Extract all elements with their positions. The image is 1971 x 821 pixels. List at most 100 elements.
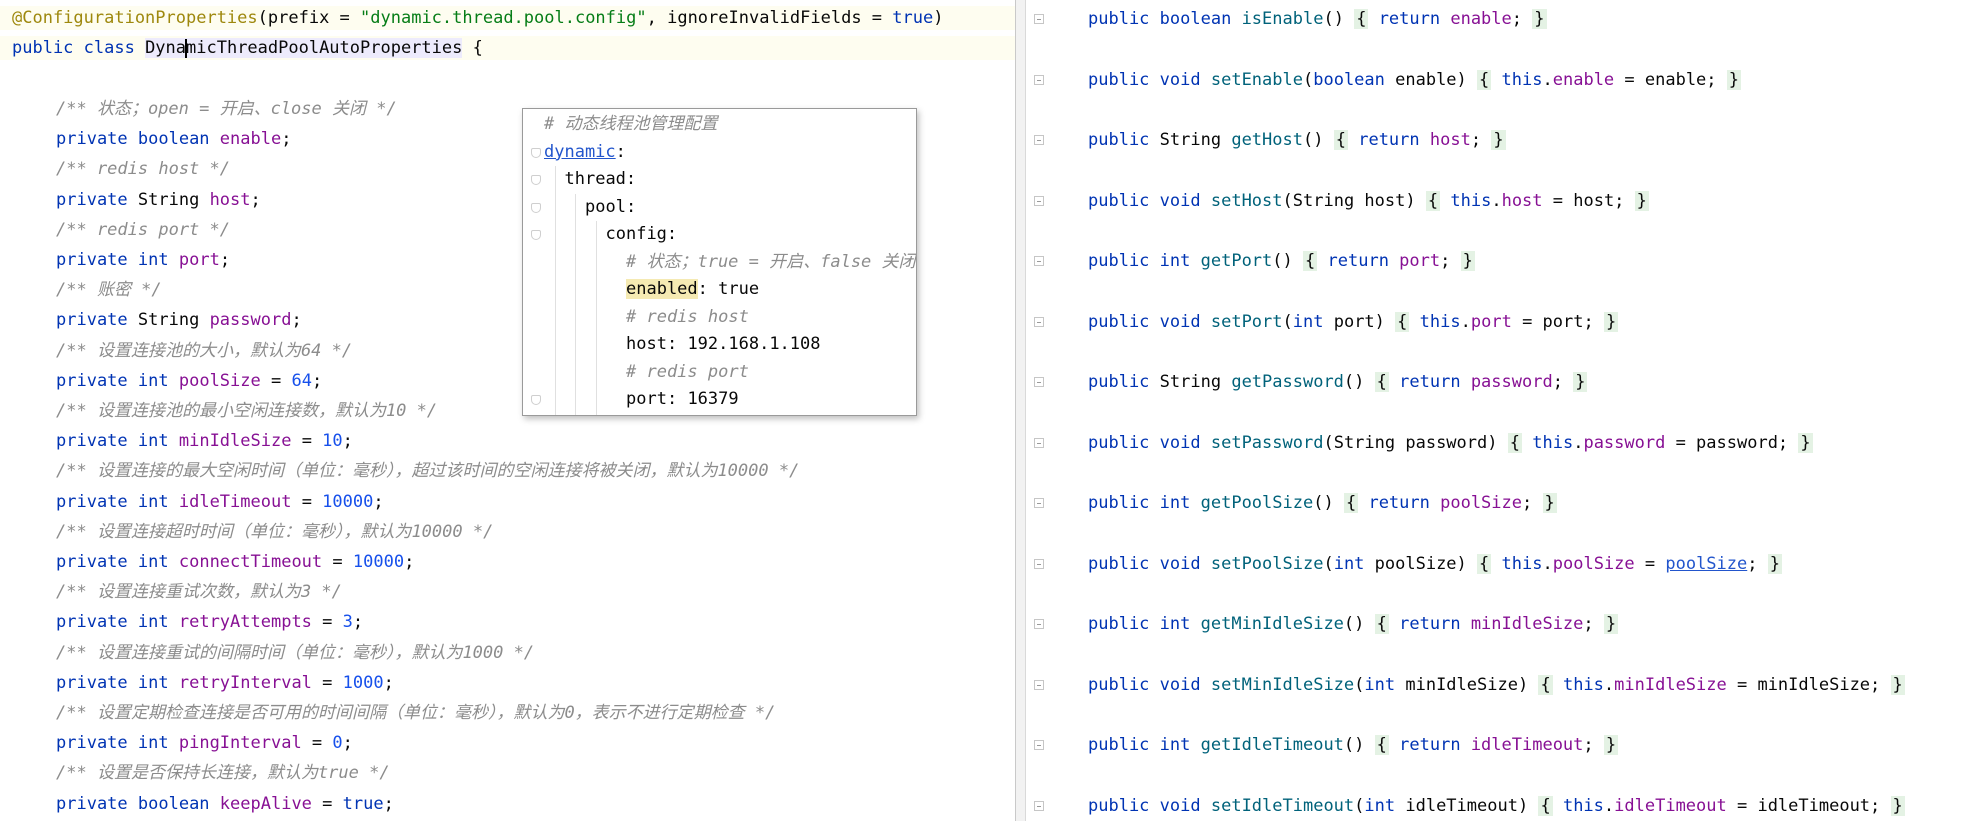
field-comment[interactable]: /** redis host */ [56,157,230,181]
method-body-token: . [1603,674,1615,695]
fold-marker-icon[interactable] [1034,14,1044,24]
fold-marker-icon[interactable] [1034,377,1044,387]
field-declaration[interactable]: private boolean keepAlive = true; [56,792,394,816]
yaml-line[interactable]: enabled: true [626,276,759,303]
yaml-line[interactable]: pool: [585,194,636,221]
modifier-keyword: public [1088,9,1160,29]
yaml-line[interactable]: # redis port [626,359,749,386]
field-declaration[interactable]: private boolean enable; [56,127,291,151]
fold-marker-icon[interactable] [1034,195,1044,206]
yaml-line[interactable]: dynamic: [544,139,626,166]
method-line[interactable]: public void setPoolSize(int poolSize) { … [1088,551,1782,577]
yaml-line[interactable]: # 动态线程池管理配置 [544,111,717,138]
field-comment[interactable]: /** 设置是否保持长连接，默认为true */ [56,761,390,785]
field-comment[interactable]: /** 设置连接的最大空闲时间（单位：毫秒），超过该时间的空闲连接将被关闭，默认… [56,459,799,483]
semicolon: ; [342,733,353,754]
close-brace: } [1767,553,1782,574]
fold-marker-icon[interactable] [531,175,541,185]
yaml-line[interactable]: # 状态；true = 开启、false 关闭 [626,249,916,276]
method-line[interactable]: public void setHost(String host) { this.… [1088,188,1649,214]
field-declaration[interactable]: private int retryAttempts = 3; [56,610,363,634]
fold-marker-icon[interactable] [1034,135,1044,145]
modifier-keyword: public [1088,432,1160,453]
paren: ) [1517,795,1529,816]
ignore-invalid-fields-value: true [892,8,934,28]
fold-marker-icon[interactable] [1034,74,1044,85]
field-comment[interactable]: /** 设置连接重试的间隔时间（单位：毫秒），默认为1000 */ [56,641,534,665]
fold-marker-icon[interactable] [1034,316,1044,327]
method-name: setPort [1210,311,1283,332]
fold-marker-icon[interactable] [531,147,541,158]
method-body-token: this [1501,553,1543,574]
field-declaration[interactable]: private int retryInterval = 1000; [56,671,394,695]
semicolon: ; [250,189,261,210]
method-body-token: . [1460,311,1471,332]
field-name: port [178,250,220,270]
fold-marker-icon[interactable] [531,395,541,405]
method-line[interactable]: public void setPort(int port) { this.por… [1088,309,1619,335]
javadoc-comment: /** 设置连接的最大空闲时间（单位：毫秒），超过该时间的空闲连接将被关闭，默认… [56,461,800,482]
fold-marker-icon[interactable] [1034,437,1044,448]
fold-marker-icon[interactable] [1034,256,1044,266]
field-declaration[interactable]: private int pingInterval = 0; [56,731,353,755]
method-line[interactable]: public String getHost() { return host; } [1088,127,1506,153]
method-line[interactable]: public void setEnable(boolean enable) { … [1088,67,1742,93]
yaml-line[interactable]: port: 16379 [626,386,739,413]
yaml-line[interactable]: thread: [565,166,637,193]
annotation-line[interactable]: @ConfigurationProperties(prefix = "dynam… [0,6,1015,30]
method-line[interactable]: public int getPort() { return port; } [1088,248,1475,274]
yaml-config-popup[interactable]: # 动态线程池管理配置 dynamic: thread: pool: config: # … [522,108,917,416]
method-line[interactable]: public void setPassword(String password)… [1088,430,1813,456]
field-comment[interactable]: /** 账密 */ [56,278,162,302]
fold-marker-icon[interactable] [1034,498,1044,508]
field-comment[interactable]: /** redis port */ [56,218,230,242]
yaml-line[interactable]: host: 192.168.1.108 [626,331,821,358]
method-body-token: host [1501,190,1543,211]
fold-marker-icon[interactable] [1034,679,1044,690]
fold-marker-icon[interactable] [1034,619,1044,629]
method-line[interactable]: public int getMinIdleSize() { return min… [1088,611,1619,637]
field-declaration[interactable]: private String password; [56,308,302,332]
field-declaration[interactable]: private int poolSize = 64; [56,369,322,393]
method-line[interactable]: public int getPoolSize() { return poolSi… [1088,490,1557,516]
class-declaration-line[interactable]: public class DynamicThreadPoolAutoProper… [0,36,1015,60]
field-comment[interactable]: /** 设置连接超时时间（单位：毫秒），默认为10000 */ [56,520,493,544]
field-comment[interactable]: /** 设置连接池的大小，默认为64 */ [56,339,352,363]
fold-marker-icon[interactable] [531,230,541,240]
method-body-token: this [1562,674,1604,695]
field-declaration[interactable]: private String host; [56,188,261,212]
fold-marker-icon[interactable] [1034,800,1044,811]
right-editor-pane[interactable]: public boolean isEnable() { return enabl… [1026,0,1971,821]
method-line[interactable]: public boolean isEnable() { return enabl… [1088,6,1547,32]
editor-splitter[interactable] [1015,0,1026,821]
field-declaration[interactable]: private int port; [56,248,230,272]
fold-marker-icon[interactable] [1034,558,1044,569]
fold-marker-icon[interactable] [1034,740,1044,750]
field-comment[interactable]: /** 状态；open = 开启、close 关闭 */ [56,97,397,121]
return-type: void [1159,311,1201,332]
method-line[interactable]: public void setIdleTimeout(int idleTimeo… [1088,793,1905,819]
method-line[interactable]: public void setMinIdleSize(int minIdleSi… [1088,672,1905,698]
method-line[interactable]: public int getIdleTimeout() { return idl… [1088,732,1619,758]
yaml-line[interactable]: # redis host [626,304,749,331]
field-comment[interactable]: /** 设置定期检查连接是否可用的时间间隔（单位：毫秒），默认为0，表示不进行定… [56,701,775,725]
field-declaration[interactable]: private int connectTimeout = 10000; [56,550,414,574]
return-type: String [1159,372,1222,392]
method-line[interactable]: public String getPassword() { return pas… [1088,369,1588,395]
prefix-key: prefix [267,8,330,28]
yaml-line[interactable]: config: [606,221,678,248]
yaml-value: 192.168.1.108 [687,334,821,354]
field-comment[interactable]: /** 设置连接重试次数，默认为3 */ [56,580,342,604]
field-comment[interactable]: /** 设置连接池的最小空闲连接数，默认为10 */ [56,399,437,423]
field-declaration[interactable]: private int minIdleSize = 10; [56,429,353,453]
field-declaration[interactable]: private int idleTimeout = 10000; [56,490,384,514]
class-name-part: micThreadPoolAutoProperties [186,38,463,58]
fold-marker-icon[interactable] [531,202,541,213]
